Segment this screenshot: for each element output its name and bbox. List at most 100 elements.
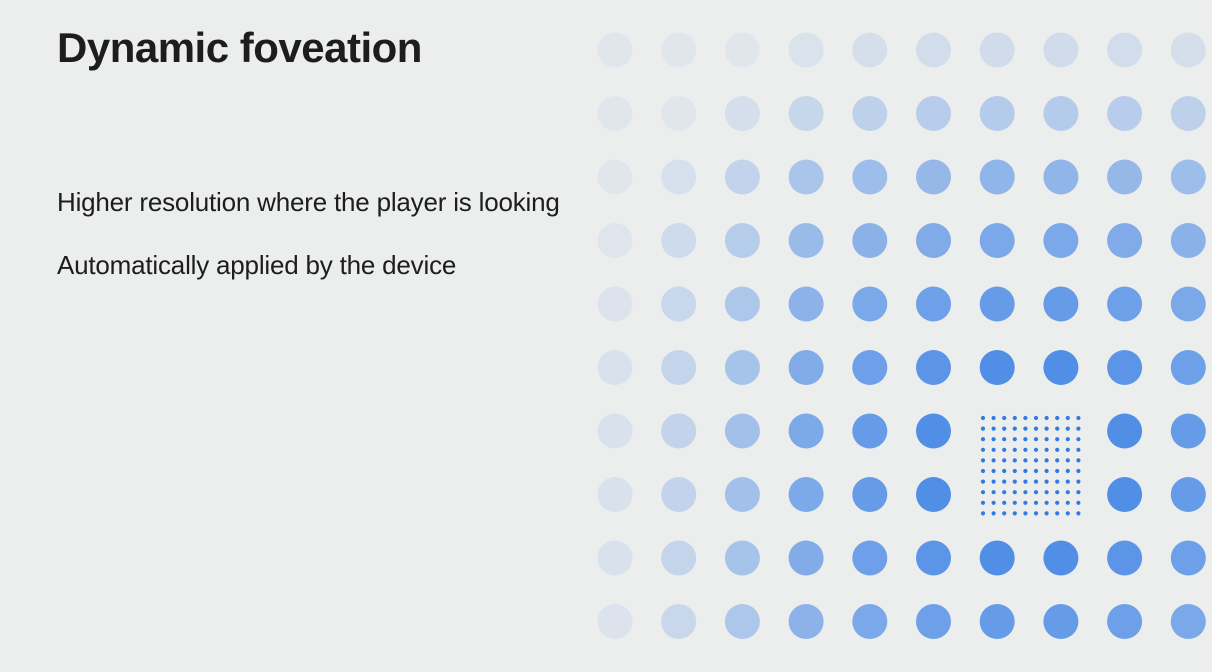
coarse-dot	[916, 477, 951, 512]
bullet-resolution: Higher resolution where the player is lo…	[57, 187, 560, 217]
fine-dot	[1076, 426, 1081, 431]
fine-dot	[1044, 458, 1049, 463]
fine-dot	[1023, 511, 1028, 516]
fine-dot	[1012, 426, 1017, 431]
coarse-dot	[916, 286, 951, 322]
fine-dot	[1065, 447, 1070, 452]
fine-dot	[1055, 511, 1060, 516]
fine-dot	[1023, 426, 1028, 431]
fine-dot	[1076, 500, 1081, 505]
fine-dot	[1033, 447, 1039, 452]
coarse-dot	[979, 350, 1015, 385]
coarse-dot	[1107, 159, 1143, 195]
coarse-dot-grid	[597, 32, 1206, 639]
fine-dot	[1002, 426, 1007, 431]
fine-dot	[1065, 511, 1070, 516]
fine-dot	[1044, 447, 1049, 452]
coarse-dot	[916, 159, 951, 195]
fine-dot	[1044, 437, 1049, 442]
fine-dot	[1033, 426, 1039, 431]
coarse-dot	[788, 350, 824, 385]
coarse-dot	[1107, 350, 1143, 385]
fine-dot	[1065, 490, 1070, 495]
fine-dot	[1002, 511, 1007, 516]
fine-dot	[1012, 447, 1017, 452]
fine-dot	[1055, 479, 1060, 484]
fine-dot	[991, 490, 996, 495]
fine-dot	[991, 468, 996, 474]
fine-dot	[980, 500, 986, 505]
fine-dot	[980, 437, 986, 442]
fine-dot	[980, 458, 986, 463]
fine-dot	[991, 458, 996, 463]
coarse-dot	[1170, 223, 1206, 258]
coarse-dot	[852, 604, 888, 639]
coarse-dot	[1107, 223, 1143, 258]
coarse-dot	[597, 350, 633, 385]
fine-dot	[1033, 468, 1039, 474]
fine-dot	[1065, 426, 1070, 431]
coarse-dot	[916, 413, 951, 449]
fine-dot	[1012, 490, 1017, 495]
fine-dot	[1033, 458, 1039, 463]
fine-dot	[1023, 490, 1028, 495]
coarse-dot	[979, 604, 1015, 639]
fine-dot	[1023, 468, 1028, 474]
coarse-dot	[916, 350, 951, 385]
fine-dot	[980, 447, 986, 452]
foveal-fine-dot-patch	[980, 415, 1081, 516]
coarse-dot	[724, 223, 760, 258]
fine-dot	[991, 415, 996, 421]
coarse-dot	[916, 96, 951, 131]
coarse-dot	[852, 540, 888, 576]
coarse-dot	[979, 159, 1015, 195]
coarse-dot	[597, 540, 633, 576]
coarse-dot	[1107, 604, 1143, 639]
fine-dot	[1023, 500, 1028, 505]
coarse-dot	[1107, 96, 1143, 131]
fine-dot	[991, 500, 996, 505]
coarse-dot	[916, 604, 951, 639]
slide: Dynamic foveation Higher resolution wher…	[0, 0, 1212, 672]
fine-dot	[1055, 458, 1060, 463]
fine-dot	[1002, 490, 1007, 495]
coarse-dot	[724, 286, 760, 322]
fine-dot	[1076, 511, 1081, 516]
coarse-dot	[597, 159, 633, 195]
coarse-dot	[597, 604, 633, 639]
fine-dot	[1065, 437, 1070, 442]
fine-dot	[980, 479, 986, 484]
fine-dot	[1023, 415, 1028, 421]
coarse-dot	[724, 159, 760, 195]
coarse-dot	[1107, 413, 1143, 449]
coarse-dot	[788, 477, 824, 512]
coarse-dot	[597, 286, 633, 322]
fine-dot	[980, 415, 986, 421]
fine-dot	[1055, 468, 1060, 474]
coarse-dot	[1170, 413, 1206, 449]
fine-dot	[1012, 458, 1017, 463]
fine-dot	[1055, 490, 1060, 495]
fine-dot	[1076, 458, 1081, 463]
coarse-dot	[1170, 286, 1206, 322]
coarse-dot	[597, 477, 633, 512]
coarse-dot	[788, 223, 824, 258]
coarse-dot	[661, 477, 697, 512]
fine-dot	[1044, 415, 1049, 421]
fine-dot	[991, 447, 996, 452]
fine-dot	[1002, 468, 1007, 474]
bullet-automatic: Automatically applied by the device	[57, 250, 457, 280]
fine-dot	[991, 426, 996, 431]
coarse-dot	[661, 413, 697, 449]
fine-dot	[1002, 500, 1007, 505]
fine-dot	[1033, 500, 1039, 505]
fine-dot	[1076, 490, 1081, 495]
coarse-dot	[852, 413, 888, 449]
fine-dot	[1044, 479, 1049, 484]
fine-dot	[1055, 447, 1060, 452]
coarse-dot	[852, 350, 888, 385]
fine-dot	[1023, 479, 1028, 484]
fine-dot	[1002, 479, 1007, 484]
fine-dot	[1033, 479, 1039, 484]
coarse-dot	[979, 286, 1015, 322]
